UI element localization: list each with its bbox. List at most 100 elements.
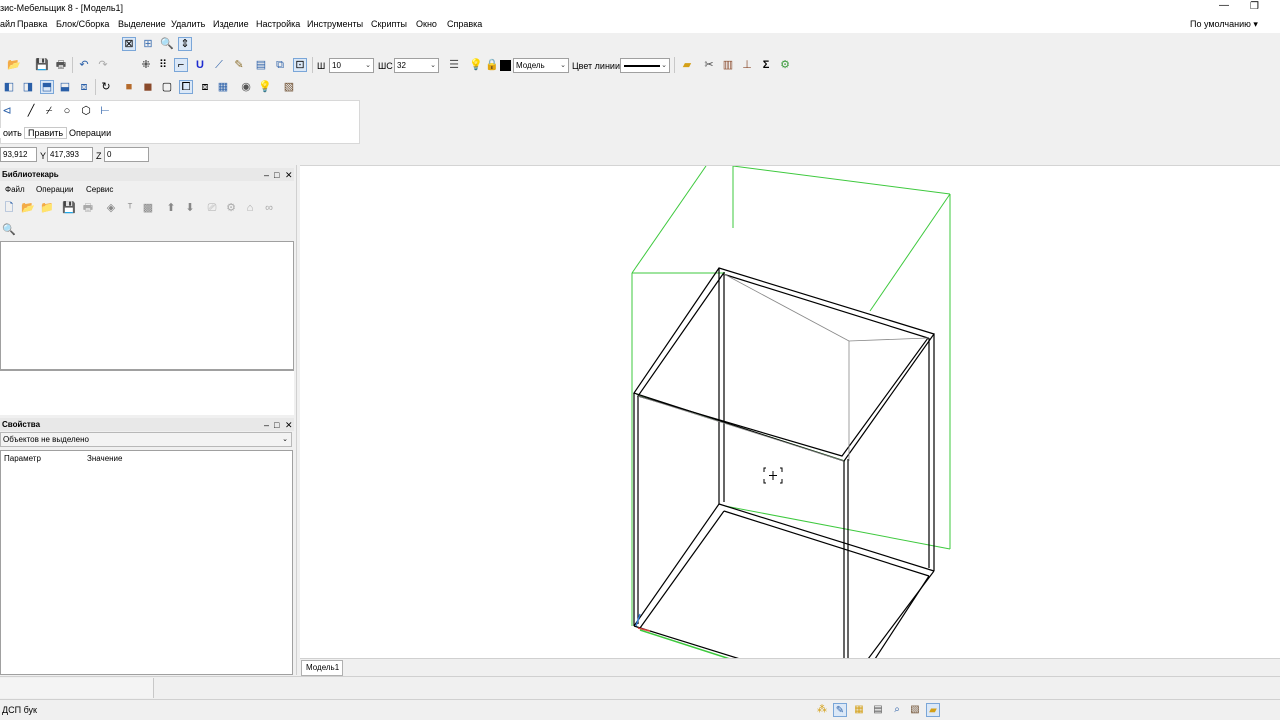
box-icon[interactable]: ⧈ (198, 80, 212, 94)
open-folder-icon[interactable]: 📂 (7, 58, 21, 72)
shaded-icon[interactable]: ■ (122, 80, 136, 94)
print-icon[interactable]: 🖶 (54, 58, 68, 72)
edit-mode-icon[interactable]: ✎ (833, 703, 847, 717)
zoom-icon[interactable]: 🔍 (160, 37, 174, 51)
menu-delete[interactable]: Удалить (171, 19, 205, 29)
view-top-icon[interactable]: ⬒ (40, 80, 54, 94)
sum-icon[interactable]: Σ (759, 58, 773, 72)
arrow-down-icon[interactable]: ⬇ (183, 201, 197, 215)
view-iso-icon[interactable]: ⧈ (77, 80, 91, 94)
menu-file[interactable]: айл (0, 19, 15, 29)
panels-icon[interactable]: ▦ (216, 80, 230, 94)
scissors-icon[interactable]: ✂ (702, 58, 716, 72)
menu-selection[interactable]: Выделение (118, 19, 166, 29)
layers-icon[interactable]: ☰ (447, 58, 461, 72)
lock-icon[interactable]: 🔒 (485, 58, 499, 72)
polyline-icon[interactable]: ⌿ (42, 104, 56, 118)
properties-table[interactable] (0, 450, 293, 675)
add-folder-icon[interactable]: 📁 (40, 201, 54, 215)
rotate-icon[interactable]: ↻ (99, 80, 113, 94)
line-icon[interactable]: ╱ (24, 104, 38, 118)
menu-edit[interactable]: Правка (17, 19, 47, 29)
view-back-icon[interactable]: ◨ (21, 80, 35, 94)
line-width-select[interactable]: 10 ⌄ (329, 58, 374, 73)
redo-icon[interactable]: ↷ (96, 58, 110, 72)
circle-icon[interactable]: ○ (60, 104, 74, 118)
undo-icon[interactable]: ↶ (77, 58, 91, 72)
menu-scripts[interactable]: Скрипты (371, 19, 407, 29)
snap-node-icon[interactable]: ⁜ (139, 58, 153, 72)
panel-minimize-button[interactable]: – (264, 170, 269, 180)
pattern-icon[interactable]: ▩ (141, 201, 155, 215)
texture-icon[interactable]: ▧ (282, 80, 296, 94)
panel-close-button[interactable]: ✕ (285, 420, 293, 430)
snap-ortho-icon[interactable]: ⌐ (174, 58, 188, 72)
snap-icon[interactable]: ⁂ (815, 703, 829, 717)
magnet-icon[interactable]: U (193, 58, 207, 72)
copy-icon[interactable]: ⧉ (273, 58, 287, 72)
view-left-icon[interactable]: ⬓ (58, 80, 72, 94)
restore-button[interactable]: ❐ (1250, 1, 1259, 12)
search-icon[interactable]: 🔍 (2, 223, 16, 237)
menu-window[interactable]: Окно (416, 19, 437, 29)
layer-icon[interactable]: ▤ (254, 58, 268, 72)
preset-dropdown[interactable]: По умолчанию ▾ (1190, 19, 1258, 30)
layer-select[interactable]: Модель ⌄ (513, 58, 569, 73)
measure-icon[interactable]: ✎ (232, 58, 246, 72)
hidden-lines-icon[interactable]: ⧠ (179, 80, 193, 94)
building-icon[interactable]: ⌂ (243, 201, 257, 215)
snap-grid-icon[interactable]: ⠿ (156, 58, 170, 72)
line-tool-icon[interactable]: ⟋ (212, 58, 226, 72)
panel-minimize-button[interactable]: – (264, 420, 269, 430)
dimension-icon[interactable]: ⊢ (98, 104, 112, 118)
line-color-select[interactable]: ⌄ (620, 58, 670, 73)
table-icon[interactable]: ▤ (871, 703, 885, 717)
lightbulb-icon[interactable]: 💡 (469, 58, 483, 72)
object-selector[interactable]: Объектов не выделено ⌄ (0, 432, 292, 447)
grid-toggle-icon[interactable]: ⊡ (293, 58, 307, 72)
tab-build[interactable]: оить (0, 128, 25, 138)
select-icon[interactable]: ⊲ (0, 104, 14, 118)
command-input[interactable] (0, 678, 154, 698)
tab-edit[interactable]: Править (24, 127, 68, 139)
save-icon[interactable]: 💾 (62, 201, 76, 215)
texture-icon[interactable]: ▧ (908, 703, 922, 717)
menu-product[interactable]: Изделие (213, 19, 249, 29)
new-document-icon[interactable]: 🗋 (2, 201, 16, 215)
save-icon[interactable]: 💾 (35, 58, 49, 72)
material-icon[interactable]: ◈ (104, 201, 118, 215)
open-folder-icon[interactable]: 📂 (21, 201, 35, 215)
lightbulb-icon[interactable]: 💡 (258, 80, 272, 94)
grid-icon[interactable]: ▦ (852, 703, 866, 717)
shaded-edges-icon[interactable]: ◼ (141, 80, 155, 94)
z-coordinate-field[interactable]: 0 (104, 147, 149, 162)
pan-icon[interactable]: ⇕ (178, 37, 192, 51)
properties-icon[interactable]: ⎚ (205, 201, 219, 215)
librarian-menu-operations[interactable]: Операции (36, 185, 73, 194)
stamp-icon[interactable]: ⊥ (740, 58, 754, 72)
text-icon[interactable]: ᵀ (123, 201, 137, 215)
line-style-select[interactable]: 32 ⌄ (394, 58, 439, 73)
print-icon[interactable]: 🖶 (81, 201, 95, 215)
y-coordinate-field[interactable]: 417,393 (47, 147, 93, 162)
x-coordinate-field[interactable]: 93,912 (0, 147, 37, 162)
gear-icon[interactable]: ⚙ (224, 201, 238, 215)
zoom-window-icon[interactable]: ⊞ (141, 37, 155, 51)
cabinet-icon[interactable]: ▥ (721, 58, 735, 72)
tab-model1[interactable]: Модель1 (301, 660, 343, 676)
panel-maximize-button[interactable]: □ (274, 170, 279, 180)
link-icon[interactable]: ∞ (262, 201, 276, 215)
menu-help[interactable]: Справка (447, 19, 482, 29)
menu-block[interactable]: Блок/Сборка (56, 19, 109, 29)
zoom-icon[interactable]: ⌕ (890, 703, 904, 717)
wireframe-icon[interactable]: ▢ (160, 80, 174, 94)
panel-maximize-button[interactable]: □ (274, 420, 279, 430)
camera-icon[interactable]: ◉ (239, 80, 253, 94)
polygon-icon[interactable]: ⬡ (79, 104, 93, 118)
material-icon[interactable]: ▰ (680, 58, 694, 72)
librarian-menu-file[interactable]: Файл (5, 185, 25, 194)
3d-viewport[interactable] (300, 165, 1280, 660)
panel-close-button[interactable]: ✕ (285, 170, 293, 180)
arrow-up-icon[interactable]: ⬆ (164, 201, 178, 215)
view-front-icon[interactable]: ◧ (2, 80, 16, 94)
